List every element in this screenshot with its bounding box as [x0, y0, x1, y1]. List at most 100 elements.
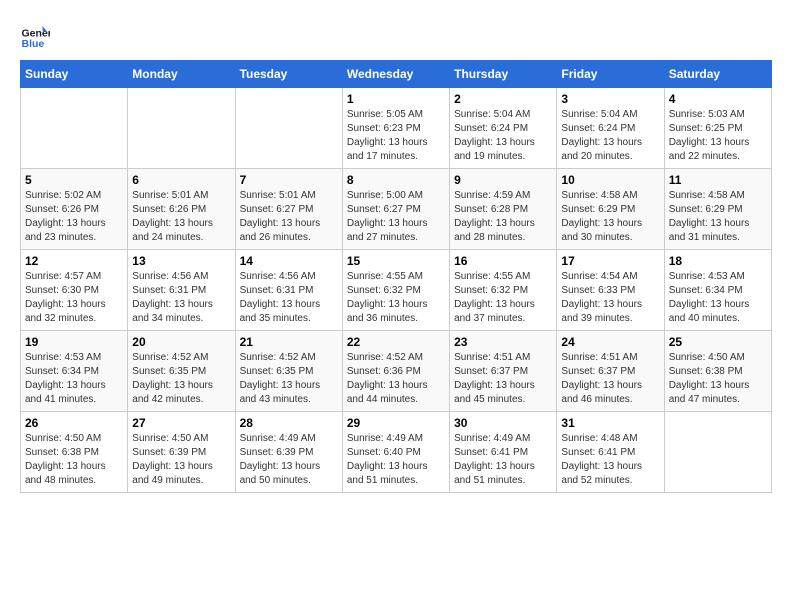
day-number: 27: [132, 416, 230, 430]
calendar-cell: 1 Sunrise: 5:05 AM Sunset: 6:23 PM Daylig…: [342, 88, 449, 169]
day-number: 24: [561, 335, 659, 349]
day-number: 25: [669, 335, 767, 349]
day-info: Sunrise: 5:01 AM Sunset: 6:27 PM Dayligh…: [240, 189, 338, 245]
day-info: Sunrise: 4:58 AM Sunset: 6:29 PM Dayligh…: [669, 189, 767, 245]
day-info: Sunrise: 4:49 AM Sunset: 6:40 PM Dayligh…: [347, 432, 445, 488]
day-info: Sunrise: 4:48 AM Sunset: 6:41 PM Dayligh…: [561, 432, 659, 488]
day-info: Sunrise: 4:50 AM Sunset: 6:39 PM Dayligh…: [132, 432, 230, 488]
calendar-cell: 14Sunrise: 4:56 AM Sunset: 6:31 PM Dayli…: [235, 250, 342, 331]
day-info: Sunrise: 5:04 AM Sunset: 6:24 PM Dayligh…: [561, 108, 659, 164]
day-info: Sunrise: 4:59 AM Sunset: 6:28 PM Dayligh…: [454, 189, 552, 245]
day-number: 30: [454, 416, 552, 430]
calendar-cell: 6 Sunrise: 5:01 AM Sunset: 6:26 PM Daylig…: [128, 169, 235, 250]
day-number: 8: [347, 173, 445, 187]
calendar-cell: 10Sunrise: 4:58 AM Sunset: 6:29 PM Dayli…: [557, 169, 664, 250]
day-number: 31: [561, 416, 659, 430]
calendar-cell: 21 Sunrise: 4:52 AM Sunset: 6:35 PM Dayli…: [235, 331, 342, 412]
day-number: 14: [240, 254, 338, 268]
day-info: Sunrise: 4:53 AM Sunset: 6:34 PM Dayligh…: [25, 351, 123, 407]
calendar-cell: 4Sunrise: 5:03 AM Sunset: 6:25 PM Daylig…: [664, 88, 771, 169]
calendar-cell: 24 Sunrise: 4:51 AM Sunset: 6:37 PM Dayli…: [557, 331, 664, 412]
calendar-cell: 5Sunrise: 5:02 AM Sunset: 6:26 PM Daylig…: [21, 169, 128, 250]
day-info: Sunrise: 4:52 AM Sunset: 6:36 PM Dayligh…: [347, 351, 445, 407]
day-info: Sunrise: 4:54 AM Sunset: 6:33 PM Dayligh…: [561, 270, 659, 326]
calendar-cell: 19 Sunrise: 4:53 AM Sunset: 6:34 PM Dayli…: [21, 331, 128, 412]
day-info: Sunrise: 4:55 AM Sunset: 6:32 PM Dayligh…: [347, 270, 445, 326]
day-number: 22: [347, 335, 445, 349]
day-info: Sunrise: 4:52 AM Sunset: 6:35 PM Dayligh…: [240, 351, 338, 407]
calendar-cell: 18 Sunrise: 4:53 AM Sunset: 6:34 PM Dayli…: [664, 250, 771, 331]
calendar-cell: 3 Sunrise: 5:04 AM Sunset: 6:24 PM Daylig…: [557, 88, 664, 169]
day-number: 3: [561, 92, 659, 106]
calendar-cell: 17 Sunrise: 4:54 AM Sunset: 6:33 PM Dayli…: [557, 250, 664, 331]
calendar-cell: 20Sunrise: 4:52 AM Sunset: 6:35 PM Dayli…: [128, 331, 235, 412]
day-info: Sunrise: 4:52 AM Sunset: 6:35 PM Dayligh…: [132, 351, 230, 407]
day-info: Sunrise: 4:58 AM Sunset: 6:29 PM Dayligh…: [561, 189, 659, 245]
week-row-3: 12 Sunrise: 4:57 AM Sunset: 6:30 PM Dayli…: [21, 250, 772, 331]
day-number: 7: [240, 173, 338, 187]
day-info: Sunrise: 4:50 AM Sunset: 6:38 PM Dayligh…: [669, 351, 767, 407]
day-number: 2: [454, 92, 552, 106]
day-number: 19: [25, 335, 123, 349]
calendar-cell: 12 Sunrise: 4:57 AM Sunset: 6:30 PM Dayli…: [21, 250, 128, 331]
calendar-cell: 26 Sunrise: 4:50 AM Sunset: 6:38 PM Dayli…: [21, 412, 128, 493]
page-header: General Blue: [20, 20, 772, 50]
calendar-cell: 27 Sunrise: 4:50 AM Sunset: 6:39 PM Dayli…: [128, 412, 235, 493]
day-info: Sunrise: 5:05 AM Sunset: 6:23 PM Dayligh…: [347, 108, 445, 164]
day-info: Sunrise: 4:51 AM Sunset: 6:37 PM Dayligh…: [561, 351, 659, 407]
day-number: 29: [347, 416, 445, 430]
day-number: 26: [25, 416, 123, 430]
day-number: 16: [454, 254, 552, 268]
day-info: Sunrise: 4:56 AM Sunset: 6:31 PM Dayligh…: [132, 270, 230, 326]
calendar-cell: 8 Sunrise: 5:00 AM Sunset: 6:27 PM Daylig…: [342, 169, 449, 250]
header-saturday: Saturday: [664, 61, 771, 88]
week-row-5: 26 Sunrise: 4:50 AM Sunset: 6:38 PM Dayli…: [21, 412, 772, 493]
calendar-cell: 31 Sunrise: 4:48 AM Sunset: 6:41 PM Dayli…: [557, 412, 664, 493]
header-wednesday: Wednesday: [342, 61, 449, 88]
day-info: Sunrise: 4:53 AM Sunset: 6:34 PM Dayligh…: [669, 270, 767, 326]
day-number: 1: [347, 92, 445, 106]
header-tuesday: Tuesday: [235, 61, 342, 88]
calendar-cell: 15 Sunrise: 4:55 AM Sunset: 6:32 PM Dayli…: [342, 250, 449, 331]
day-info: Sunrise: 4:49 AM Sunset: 6:41 PM Dayligh…: [454, 432, 552, 488]
day-number: 12: [25, 254, 123, 268]
day-number: 11: [669, 173, 767, 187]
day-info: Sunrise: 5:00 AM Sunset: 6:27 PM Dayligh…: [347, 189, 445, 245]
calendar-cell: 30 Sunrise: 4:49 AM Sunset: 6:41 PM Dayli…: [450, 412, 557, 493]
header-monday: Monday: [128, 61, 235, 88]
day-number: 18: [669, 254, 767, 268]
week-row-1: 1 Sunrise: 5:05 AM Sunset: 6:23 PM Daylig…: [21, 88, 772, 169]
day-number: 4: [669, 92, 767, 106]
day-number: 13: [132, 254, 230, 268]
calendar-cell: [235, 88, 342, 169]
calendar-cell: 13 Sunrise: 4:56 AM Sunset: 6:31 PM Dayli…: [128, 250, 235, 331]
header-thursday: Thursday: [450, 61, 557, 88]
day-info: Sunrise: 4:57 AM Sunset: 6:30 PM Dayligh…: [25, 270, 123, 326]
calendar-cell: 9 Sunrise: 4:59 AM Sunset: 6:28 PM Daylig…: [450, 169, 557, 250]
day-number: 6: [132, 173, 230, 187]
day-info: Sunrise: 4:49 AM Sunset: 6:39 PM Dayligh…: [240, 432, 338, 488]
day-info: Sunrise: 5:01 AM Sunset: 6:26 PM Dayligh…: [132, 189, 230, 245]
header-friday: Friday: [557, 61, 664, 88]
calendar-cell: 11 Sunrise: 4:58 AM Sunset: 6:29 PM Dayli…: [664, 169, 771, 250]
header-row: SundayMondayTuesdayWednesdayThursdayFrid…: [21, 61, 772, 88]
calendar-cell: [664, 412, 771, 493]
calendar-cell: 29 Sunrise: 4:49 AM Sunset: 6:40 PM Dayli…: [342, 412, 449, 493]
calendar-cell: 23Sunrise: 4:51 AM Sunset: 6:37 PM Dayli…: [450, 331, 557, 412]
day-number: 28: [240, 416, 338, 430]
week-row-4: 19 Sunrise: 4:53 AM Sunset: 6:34 PM Dayli…: [21, 331, 772, 412]
calendar-cell: 25 Sunrise: 4:50 AM Sunset: 6:38 PM Dayli…: [664, 331, 771, 412]
day-number: 17: [561, 254, 659, 268]
day-info: Sunrise: 4:55 AM Sunset: 6:32 PM Dayligh…: [454, 270, 552, 326]
calendar-cell: [21, 88, 128, 169]
day-number: 21: [240, 335, 338, 349]
week-row-2: 5Sunrise: 5:02 AM Sunset: 6:26 PM Daylig…: [21, 169, 772, 250]
calendar-cell: 28 Sunrise: 4:49 AM Sunset: 6:39 PM Dayli…: [235, 412, 342, 493]
day-number: 9: [454, 173, 552, 187]
day-info: Sunrise: 4:50 AM Sunset: 6:38 PM Dayligh…: [25, 432, 123, 488]
calendar-cell: 2Sunrise: 5:04 AM Sunset: 6:24 PM Daylig…: [450, 88, 557, 169]
calendar-cell: 22 Sunrise: 4:52 AM Sunset: 6:36 PM Dayli…: [342, 331, 449, 412]
calendar-cell: 16 Sunrise: 4:55 AM Sunset: 6:32 PM Dayli…: [450, 250, 557, 331]
calendar-table: SundayMondayTuesdayWednesdayThursdayFrid…: [20, 60, 772, 493]
day-number: 15: [347, 254, 445, 268]
